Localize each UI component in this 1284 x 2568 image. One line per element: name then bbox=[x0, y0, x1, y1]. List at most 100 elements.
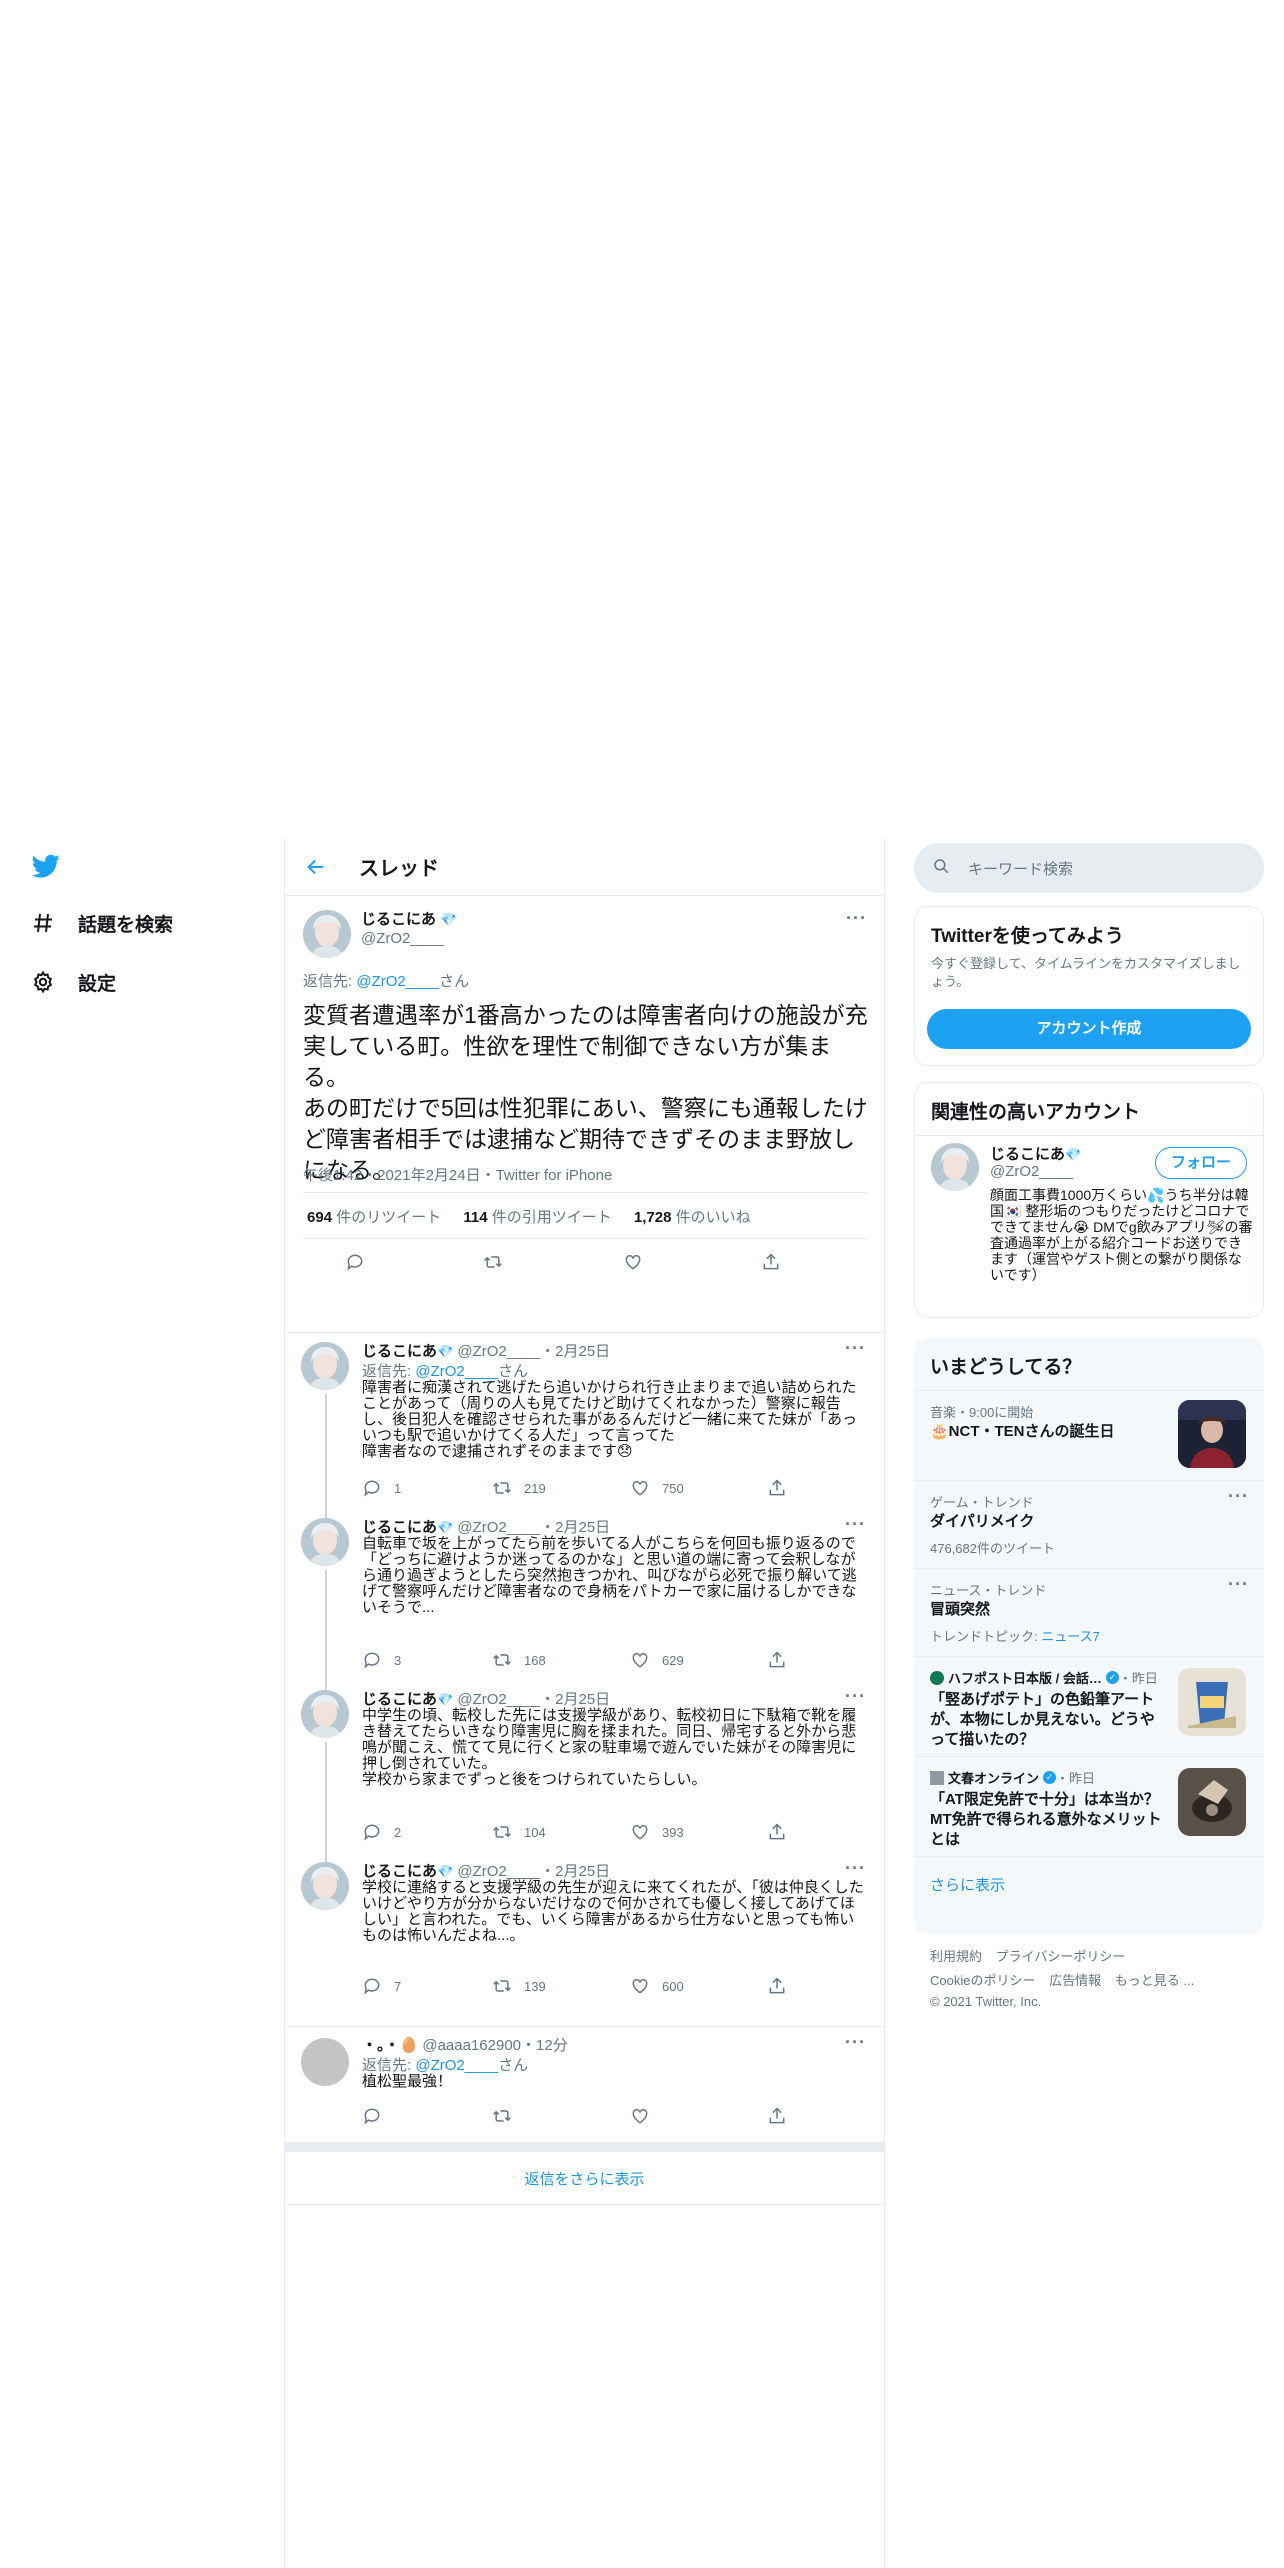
footer-link-ads[interactable]: 広告情報 bbox=[1049, 1973, 1101, 1988]
author-name[interactable]: じるこにあ bbox=[362, 1343, 437, 1360]
more-options-icon[interactable]: ··· bbox=[1228, 1574, 1249, 1595]
reply-tweet[interactable]: じるこにあ💎 @ZrO2____・2月25日 ··· 返信先: @ZrO2___… bbox=[285, 1332, 884, 1512]
author-name[interactable]: ・。・🥚 bbox=[362, 2037, 418, 2054]
retweet-button[interactable]: 219 bbox=[492, 1478, 546, 1498]
search-input[interactable]: キーワード検索 bbox=[968, 858, 1073, 879]
trend-item[interactable]: ゲーム・トレンド ··· ダイパリメイク 476,682件のツイート bbox=[914, 1480, 1264, 1568]
trends-show-more-link[interactable]: さらに表示 bbox=[930, 1874, 1005, 1895]
trend-topic-link[interactable]: ニュース7 bbox=[1041, 1629, 1100, 1644]
more-options-icon[interactable]: ··· bbox=[845, 1686, 866, 1707]
avatar[interactable] bbox=[303, 910, 351, 958]
twitter-logo-icon[interactable] bbox=[30, 852, 62, 880]
share-button[interactable] bbox=[767, 1478, 787, 1498]
footer-link-more[interactable]: もっと見る ... bbox=[1115, 1973, 1194, 1988]
back-arrow-icon[interactable] bbox=[303, 854, 329, 880]
author-handle[interactable]: @ZrO2____ bbox=[457, 1691, 540, 1708]
publisher-logo-icon bbox=[930, 1670, 944, 1685]
gem-icon: 💎 bbox=[437, 1864, 454, 1879]
author-handle[interactable]: @ZrO2____ bbox=[457, 1343, 540, 1360]
trend-item[interactable]: 音楽・9:00に開始 🎂NCT・TENさんの誕生日 bbox=[914, 1390, 1264, 1480]
reply-tweet[interactable]: じるこにあ💎 @ZrO2____・2月25日 ··· 自転車で坂を上がってたら前… bbox=[285, 1508, 884, 1684]
reply-button[interactable]: 3 bbox=[362, 1650, 401, 1670]
nav-explore[interactable]: 話題を検索 bbox=[30, 903, 173, 943]
avatar[interactable] bbox=[301, 1862, 349, 1910]
author-handle[interactable]: @ZrO2____ bbox=[457, 1519, 540, 1536]
like-button[interactable] bbox=[623, 1252, 643, 1272]
account-name[interactable]: じるこにあ bbox=[990, 1146, 1065, 1163]
retweet-button[interactable]: 104 bbox=[492, 1822, 546, 1842]
account-handle[interactable]: @ZrO2____ bbox=[990, 1163, 1073, 1180]
reply-button[interactable] bbox=[362, 2106, 382, 2126]
author-name[interactable]: じるこにあ bbox=[362, 1691, 437, 1708]
retweet-button[interactable] bbox=[483, 1252, 503, 1272]
retweet-stat[interactable]: 694 件のリツイート bbox=[307, 1209, 441, 1226]
retweet-button[interactable]: 139 bbox=[492, 1976, 546, 1996]
reply-context: 返信先: @ZrO2____さん bbox=[362, 1363, 529, 1380]
avatar[interactable] bbox=[301, 1690, 349, 1738]
show-more-replies-button[interactable]: 返信をさらに表示 bbox=[285, 2152, 884, 2204]
reply-button[interactable] bbox=[345, 1252, 365, 1272]
author-handle[interactable]: @ZrO2____ bbox=[361, 930, 444, 947]
avatar[interactable] bbox=[301, 2038, 349, 2086]
trend-item[interactable]: ニュース・トレンド ··· 冒頭突然 トレンドトピック: ニュース7 bbox=[914, 1568, 1264, 1656]
tweet-date[interactable]: ・2月25日 bbox=[540, 1519, 610, 1536]
follow-button[interactable]: フォロー bbox=[1155, 1147, 1247, 1179]
reply-to-link[interactable]: @ZrO2____ bbox=[415, 2057, 498, 2074]
author-handle[interactable]: @ZrO2____ bbox=[457, 1863, 540, 1880]
tweet-timestamp[interactable]: 午後1:42・2021年2月24日・Twitter for iPhone bbox=[303, 1164, 612, 1185]
more-options-icon[interactable]: ··· bbox=[846, 908, 867, 929]
more-options-icon[interactable]: ··· bbox=[1228, 1486, 1249, 1507]
author-name[interactable]: じるこにあ bbox=[361, 911, 436, 928]
trend-title: 冒頭突然 bbox=[930, 1601, 991, 1618]
tweet-date[interactable]: ・2月25日 bbox=[540, 1343, 610, 1360]
reply-tweet[interactable]: ・。・🥚 @aaaa162900・12分 ··· 返信先: @ZrO2____さ… bbox=[285, 2026, 884, 2142]
reply-suffix: さん bbox=[439, 973, 470, 990]
more-options-icon[interactable]: ··· bbox=[845, 2032, 866, 2053]
reply-button[interactable]: 2 bbox=[362, 1822, 401, 1842]
nav-settings[interactable]: 設定 bbox=[30, 962, 116, 1002]
retweet-button[interactable] bbox=[492, 2106, 512, 2126]
like-button[interactable]: 629 bbox=[630, 1650, 684, 1670]
tweet-date[interactable]: ・2月25日 bbox=[540, 1691, 610, 1708]
more-options-icon[interactable]: ··· bbox=[845, 1514, 866, 1535]
more-options-icon[interactable]: ··· bbox=[845, 1338, 866, 1359]
nav-settings-label: 設定 bbox=[78, 973, 117, 995]
quote-stat[interactable]: 114 件の引用ツイート bbox=[463, 1209, 611, 1226]
footer-link-terms[interactable]: 利用規約 bbox=[930, 1949, 982, 1964]
share-button[interactable] bbox=[761, 1252, 781, 1272]
reply-to-link[interactable]: @ZrO2____ bbox=[415, 1363, 498, 1380]
news-item[interactable]: ハフポスト日本版 / 会話… ✓ ・昨日 「竪あげポテト」の色鉛筆アートが、本物… bbox=[914, 1656, 1264, 1756]
like-button[interactable] bbox=[630, 2106, 650, 2126]
author-name[interactable]: じるこにあ bbox=[362, 1863, 437, 1880]
news-time: ・昨日 bbox=[1118, 1671, 1158, 1686]
avatar[interactable] bbox=[301, 1342, 349, 1390]
share-button[interactable] bbox=[767, 1822, 787, 1842]
avatar[interactable] bbox=[931, 1143, 979, 1191]
news-item[interactable]: 文春オンライン ✓ ・昨日 「AT限定免許で十分」は本当か？ MT免許で得られる… bbox=[914, 1756, 1264, 1856]
reply-to-link[interactable]: @ZrO2____ bbox=[356, 973, 439, 990]
footer-link-cookies[interactable]: Cookieのポリシー bbox=[930, 1973, 1035, 1988]
nav-explore-label: 話題を検索 bbox=[78, 914, 174, 936]
share-button[interactable] bbox=[767, 2106, 787, 2126]
author-handle[interactable]: @aaaa162900 bbox=[422, 2037, 521, 2054]
like-button[interactable]: 393 bbox=[630, 1822, 684, 1842]
avatar[interactable] bbox=[301, 1518, 349, 1566]
search-bar[interactable]: キーワード検索 bbox=[914, 843, 1264, 893]
related-accounts-card: 関連性の高いアカウント じるこにあ💎 @ZrO2____ フォロー 顔面工事費1… bbox=[914, 1082, 1264, 1318]
retweet-button[interactable]: 168 bbox=[492, 1650, 546, 1670]
tweet-date[interactable]: ・2月25日 bbox=[540, 1863, 610, 1880]
like-button[interactable]: 600 bbox=[630, 1976, 684, 1996]
reply-tweet[interactable]: じるこにあ💎 @ZrO2____・2月25日 ··· 学校に連絡すると支援学級の… bbox=[285, 1852, 884, 2004]
create-account-button[interactable]: アカウント作成 bbox=[927, 1009, 1251, 1049]
reply-button[interactable]: 1 bbox=[362, 1478, 401, 1498]
like-stat[interactable]: 1,728 件のいいね bbox=[634, 1209, 751, 1226]
tweet-date[interactable]: ・12分 bbox=[521, 2037, 568, 2054]
share-button[interactable] bbox=[767, 1650, 787, 1670]
author-name[interactable]: じるこにあ bbox=[362, 1519, 437, 1536]
like-button[interactable]: 750 bbox=[630, 1478, 684, 1498]
footer-link-privacy[interactable]: プライバシーポリシー bbox=[996, 1949, 1126, 1964]
reply-button[interactable]: 7 bbox=[362, 1976, 401, 1996]
more-options-icon[interactable]: ··· bbox=[845, 1858, 866, 1879]
reply-tweet[interactable]: じるこにあ💎 @ZrO2____・2月25日 ··· 中学生の頃、転校した先には… bbox=[285, 1680, 884, 1856]
share-button[interactable] bbox=[767, 1976, 787, 1996]
